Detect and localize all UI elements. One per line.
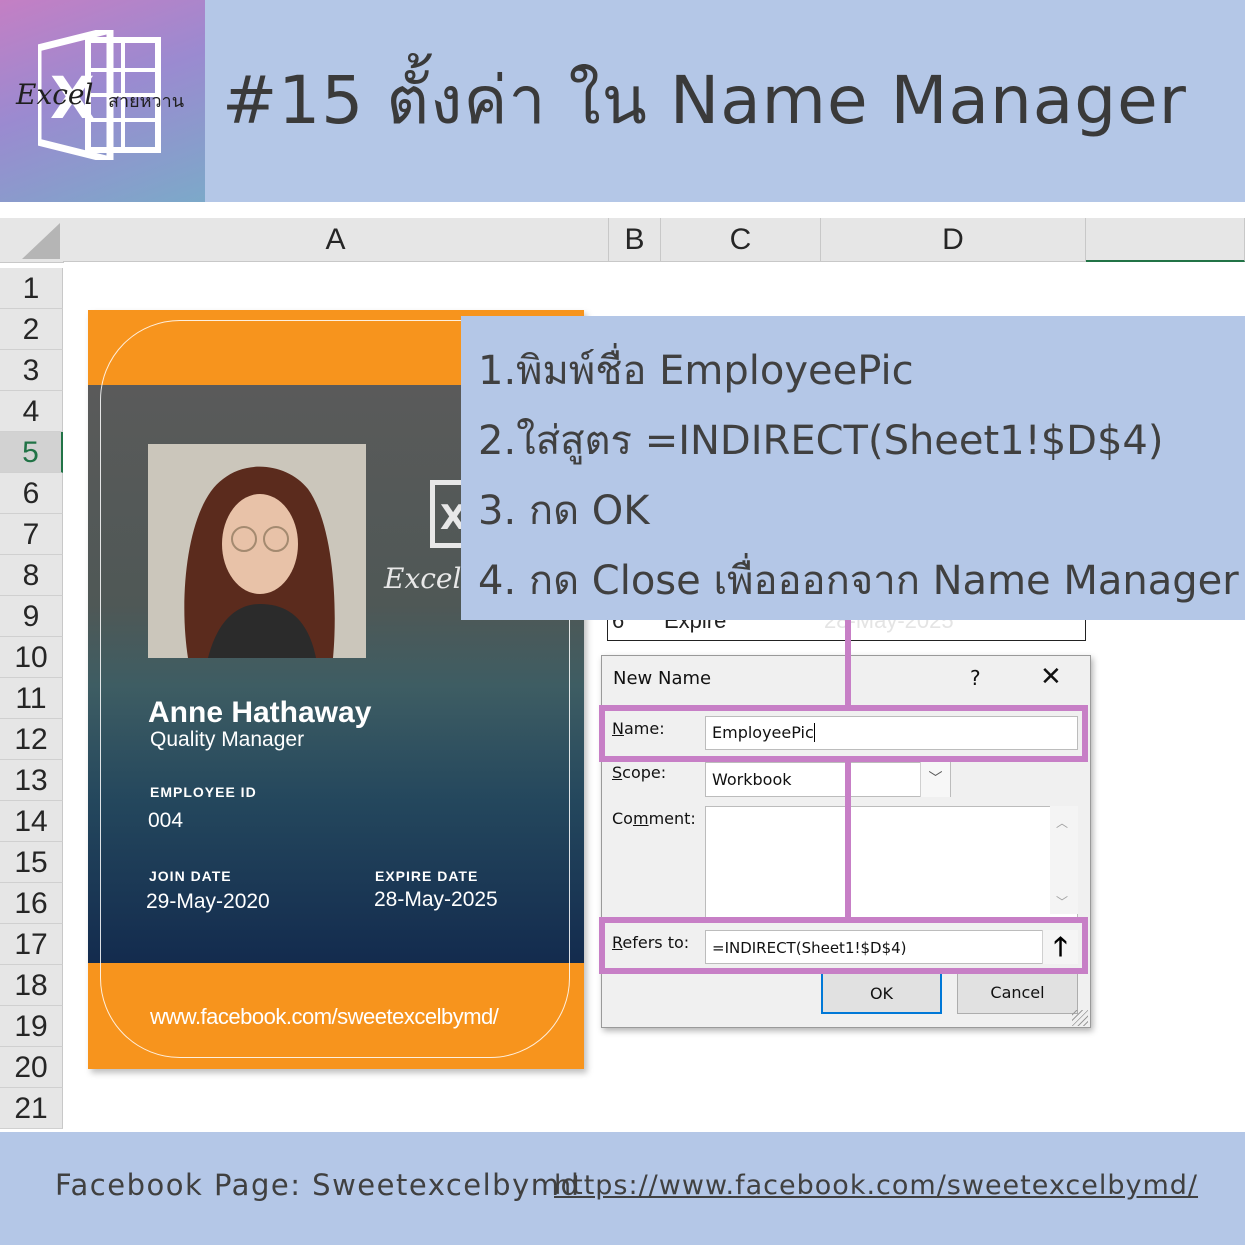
logo-text-thai: สายหวาน — [108, 91, 185, 112]
instruction-step-3: 3. กด OK — [478, 488, 650, 534]
row-header-14[interactable]: 14 — [0, 801, 63, 842]
dialog-title: New Name — [613, 668, 712, 689]
highlight-connector-top — [845, 620, 851, 710]
column-header-b[interactable]: B — [609, 218, 661, 262]
select-all-triangle-icon — [22, 223, 60, 259]
footer-text: Facebook Page: Sweetexcelbymd — [55, 1168, 581, 1202]
comment-label-key: m — [632, 809, 649, 828]
card-logo-text: Excel — [384, 562, 462, 595]
footer-link[interactable]: https://www.facebook.com/sweetexcelbymd/ — [554, 1170, 1198, 1201]
column-header-a[interactable]: A — [63, 218, 609, 262]
expire-date-value: 28-May-2025 — [374, 888, 498, 911]
name-highlight-box — [599, 705, 1088, 762]
comment-textarea[interactable] — [705, 806, 1078, 918]
column-header-d[interactable]: D — [821, 218, 1086, 262]
page-title: #15 ตั้งค่า ใน Name Manager — [222, 62, 1187, 139]
comment-label-text: ment: — [648, 809, 696, 828]
close-icon[interactable]: ✕ — [1040, 662, 1062, 692]
resize-grip-icon[interactable] — [1072, 1010, 1088, 1026]
row-header-4[interactable]: 4 — [0, 391, 63, 432]
employee-photo — [148, 444, 366, 658]
row-header-21[interactable]: 21 — [0, 1088, 63, 1129]
row-header-11[interactable]: 11 — [0, 678, 63, 719]
ok-button[interactable]: OK — [821, 972, 942, 1014]
chevron-down-icon[interactable]: ﹀ — [920, 762, 950, 797]
employee-role: Quality Manager — [150, 728, 305, 751]
row-header-19[interactable]: 19 — [0, 1006, 63, 1047]
row-header-8[interactable]: 8 — [0, 555, 63, 596]
scope-label: Scope: — [612, 763, 666, 782]
column-header-c[interactable]: C — [661, 218, 821, 262]
employee-id-value: 004 — [148, 809, 184, 832]
instruction-step-4: 4. กด Close เพื่อออกจาก Name Manager — [478, 558, 1239, 604]
help-icon[interactable]: ? — [970, 666, 981, 690]
row-header-1[interactable]: 1 — [0, 268, 63, 309]
column-header-e[interactable] — [1086, 218, 1245, 262]
logo-text: Excel — [16, 78, 94, 111]
row-header-3[interactable]: 3 — [0, 350, 63, 391]
row-header-18[interactable]: 18 — [0, 965, 63, 1006]
row-header-20[interactable]: 20 — [0, 1047, 63, 1088]
refers-highlight-box — [599, 917, 1088, 974]
cancel-button[interactable]: Cancel — [957, 972, 1078, 1014]
join-date-value: 29-May-2020 — [146, 890, 270, 913]
scroll-up-icon[interactable]: ︿ — [1056, 814, 1068, 831]
comment-label-pre: Co — [612, 809, 633, 828]
row-header-9[interactable]: 9 — [0, 596, 63, 637]
instruction-step-2: 2.ใส่สูตร =INDIRECT(Sheet1!$D$4) — [478, 418, 1164, 464]
employee-name: Anne Hathaway — [148, 696, 372, 729]
scroll-down-icon[interactable]: ﹀ — [1056, 893, 1068, 910]
employee-id-label: EMPLOYEE ID — [150, 784, 257, 800]
row-header-16[interactable]: 16 — [0, 883, 63, 924]
expire-date-label: EXPIRE DATE — [375, 868, 479, 884]
row-header-15[interactable]: 15 — [0, 842, 63, 883]
card-url: www.facebook.com/sweetexcelbymd/ — [150, 1004, 499, 1029]
highlight-connector-bottom — [845, 762, 851, 920]
row-header-12[interactable]: 12 — [0, 719, 63, 760]
row-header-10[interactable]: 10 — [0, 637, 63, 678]
join-date-label: JOIN DATE — [149, 868, 232, 884]
scope-label-key: S — [612, 763, 623, 782]
comment-label: Comment: — [612, 809, 696, 828]
row-header-5[interactable]: 5 — [0, 432, 63, 473]
row-header-6[interactable]: 6 — [0, 473, 63, 514]
row-header-7[interactable]: 7 — [0, 514, 63, 555]
row-header-13[interactable]: 13 — [0, 760, 63, 801]
scope-select[interactable]: Workbook — [705, 762, 951, 797]
scope-label-text: cope: — [622, 763, 667, 782]
row-header-17[interactable]: 17 — [0, 924, 63, 965]
instruction-step-1: 1.พิมพ์ชื่อ EmployeePic — [478, 348, 914, 394]
row-header-2[interactable]: 2 — [0, 309, 63, 350]
